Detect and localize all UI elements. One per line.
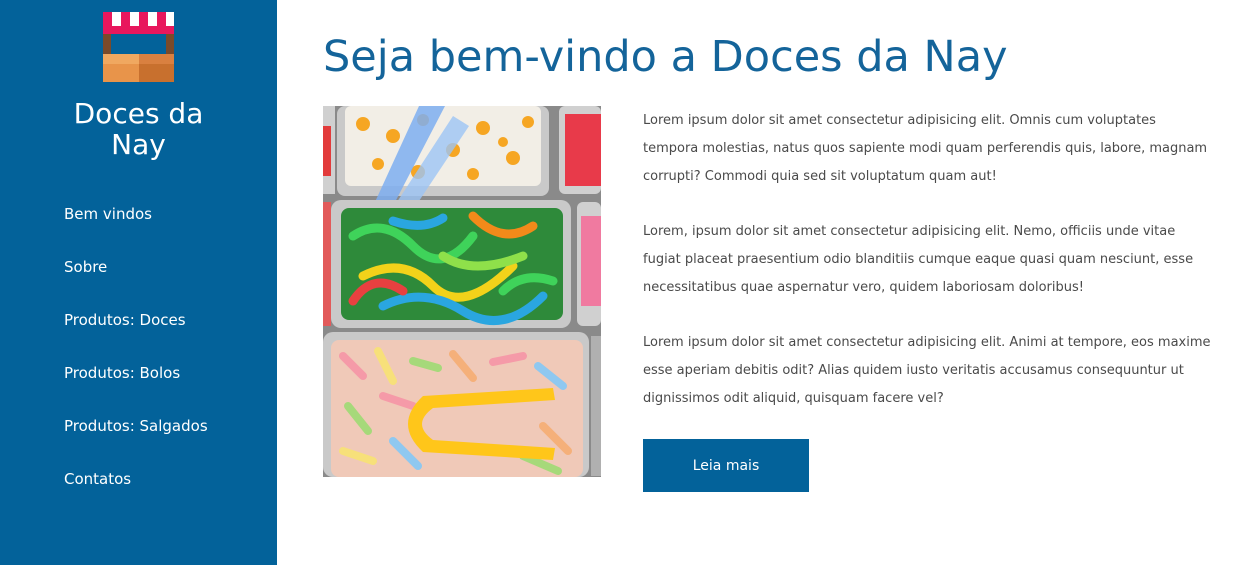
brand-name: Doces da Nay: [0, 98, 277, 160]
page-title: Seja bem-vindo a Doces da Nay: [323, 32, 1008, 82]
nav-item-produtos-bolos[interactable]: Produtos: Bolos: [64, 362, 208, 415]
nav-item-contatos[interactable]: Contatos: [64, 468, 208, 521]
sidebar: Doces da Nay Bem vindos Sobre Produtos: …: [0, 0, 277, 565]
read-more-button[interactable]: Leia mais: [643, 439, 809, 492]
intro-text: Lorem ipsum dolor sit amet consectetur a…: [643, 107, 1215, 440]
intro-paragraph-2: Lorem, ipsum dolor sit amet consectetur …: [643, 224, 1194, 295]
candy-photo: [323, 106, 601, 477]
nav-item-produtos-doces[interactable]: Produtos: Doces: [64, 309, 208, 362]
brand-name-line2: Nay: [111, 128, 166, 161]
nav-item-sobre[interactable]: Sobre: [64, 256, 208, 309]
candy-shop-stall-icon[interactable]: [103, 12, 174, 82]
intro-paragraph-3: Lorem ipsum dolor sit amet consectetur a…: [643, 335, 1211, 406]
brand-name-line1: Doces da: [73, 97, 204, 130]
page: Doces da Nay Bem vindos Sobre Produtos: …: [0, 0, 1237, 565]
nav-item-bem-vindos[interactable]: Bem vindos: [64, 203, 208, 256]
nav-item-produtos-salgados[interactable]: Produtos: Salgados: [64, 415, 208, 468]
intro-paragraph-1: Lorem ipsum dolor sit amet consectetur a…: [643, 113, 1208, 184]
candy-photo-illustration: [323, 106, 601, 477]
sidebar-nav: Bem vindos Sobre Produtos: Doces Produto…: [64, 203, 208, 521]
